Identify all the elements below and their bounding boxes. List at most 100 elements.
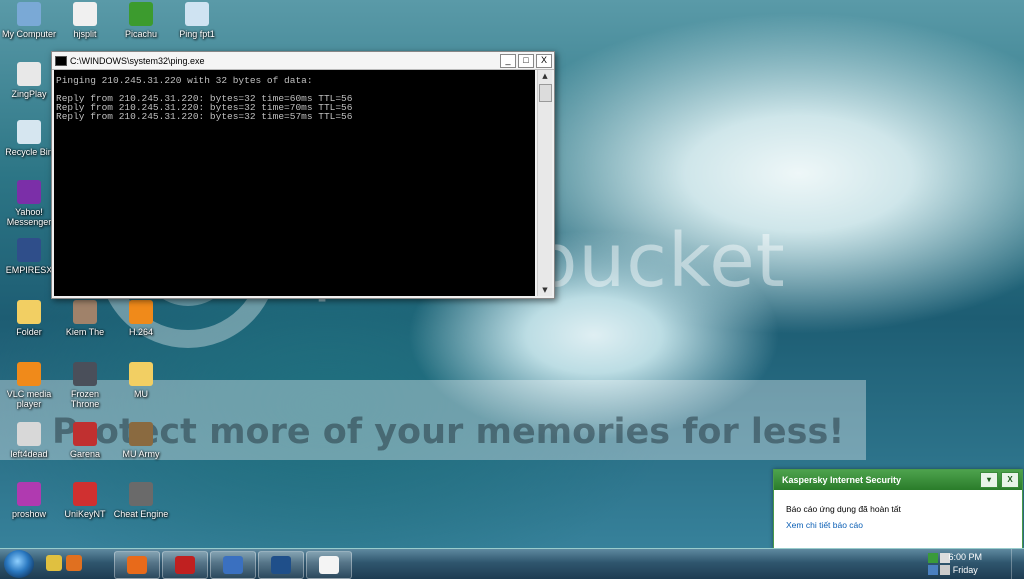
desktop-icon-yahoo-messenger[interactable]: Yahoo! Messenger (0, 180, 58, 227)
desktop-icon-label: Folder (16, 327, 42, 337)
desktop-icon-label: Garena (69, 449, 101, 459)
desktop-icon-label: MU (134, 389, 148, 399)
close-button[interactable]: X (536, 53, 552, 68)
spade-icon (17, 62, 41, 86)
desktop-icon-label: EMPIRESX (5, 265, 53, 275)
kaspersky-title: Kaspersky Internet Security (782, 475, 902, 485)
console-task[interactable] (210, 551, 256, 579)
checkmark-icon (73, 2, 97, 26)
system-tray: 6:00 PM Friday (926, 549, 1024, 579)
scroll-up-arrow-icon[interactable]: ▲ (538, 70, 552, 82)
clock-time: 6:00 PM (948, 552, 982, 562)
show-desktop-button[interactable] (1011, 549, 1024, 579)
desktop-icon-mu[interactable]: MU (112, 362, 170, 399)
maximize-button[interactable]: □ (518, 53, 534, 68)
computer-icon (17, 2, 41, 26)
red-app-icon (175, 556, 195, 574)
firefox-icon (127, 556, 147, 574)
desktop-icon-label: Ping fpt1 (179, 29, 215, 39)
kaspersky-menu-button[interactable]: ▾ (980, 472, 998, 488)
clock-day: Friday (952, 565, 978, 575)
blank-document-icon (319, 556, 339, 574)
scroll-thumb[interactable] (539, 84, 552, 102)
desktop-icon-left4dead[interactable]: left4dead (0, 422, 58, 459)
desktop-icon-label: proshow (11, 509, 47, 519)
game-icon (17, 238, 41, 262)
yahoo-smiley-icon (17, 180, 41, 204)
desktop-icon-unikeynt[interactable]: UniKeyNT (56, 482, 114, 519)
desktop-icon-empiresx[interactable]: EMPIRESX (0, 238, 58, 275)
chrome-icon[interactable] (46, 555, 62, 571)
keyboard-icon (73, 482, 97, 506)
clock[interactable]: 6:00 PM Friday (948, 551, 982, 577)
kaspersky-close-button[interactable]: X (1001, 472, 1019, 488)
game-icon (73, 362, 97, 386)
desktop-icon-hjsplit[interactable]: hjsplit (56, 2, 114, 39)
proshow-icon (17, 482, 41, 506)
photoshop-icon (271, 556, 291, 574)
desktop-icon-label: VLC media player (6, 389, 52, 409)
desktop-icon-ping-fpt1[interactable]: Ping fpt1 (168, 2, 226, 39)
desktop-icon-folder[interactable]: Folder (0, 300, 58, 337)
desktop-icon-zingplay[interactable]: ZingPlay (0, 62, 58, 99)
desktop-icon-mu-army[interactable]: MU Army (112, 422, 170, 459)
folder-icon (17, 300, 41, 324)
console-title: C:\WINDOWS\system32\ping.exe (70, 55, 205, 66)
desktop-icon-label: Picachu (124, 29, 158, 39)
desktop-icon-cheat-engine[interactable]: Cheat Engine (112, 482, 170, 519)
promo-text: Protect more of your memories for less! (52, 412, 845, 452)
firefox-icon[interactable] (66, 555, 82, 571)
desktop-icon-label: hjsplit (73, 29, 97, 39)
kaspersky-header: Kaspersky Internet Security ▾ X (774, 470, 1022, 490)
minimize-button[interactable]: _ (500, 53, 516, 68)
recycle-bin-icon (17, 120, 41, 144)
console-app-icon (55, 55, 67, 66)
game-icon (129, 2, 153, 26)
kaspersky-tray-icon[interactable] (928, 553, 938, 563)
kaspersky-details-link[interactable]: Xem chi tiết báo cáo (774, 514, 1022, 530)
game-icon (129, 422, 153, 446)
desktop-icon-proshow[interactable]: proshow (0, 482, 58, 519)
desktop-icon-picachu[interactable]: Picachu (112, 2, 170, 39)
folder-icon (129, 362, 153, 386)
shortcut-icon (185, 2, 209, 26)
game-icon (17, 422, 41, 446)
start-button[interactable] (4, 550, 34, 578)
desktop-icon-frozen-throne[interactable]: Frozen Throne (56, 362, 114, 409)
vlc-cone-icon (17, 362, 41, 386)
desktop-icon-label: My Computer (1, 29, 56, 39)
desktop-icon-label: H.264 (128, 327, 154, 337)
desktop-icon-vlc[interactable]: VLC media player (0, 362, 58, 409)
kaspersky-message: Báo cáo ứng dụng đã hoàn tất (786, 504, 901, 514)
taskbar: 6:00 PM Friday (0, 548, 1024, 579)
desktop-icon-label: left4dead (10, 449, 48, 459)
photoshop-task[interactable] (258, 551, 304, 579)
desktop-icon-label: UniKeyNT (64, 509, 106, 519)
red-app-task[interactable] (162, 551, 208, 579)
desktop-icon-kiem-the[interactable]: Kiem The (56, 300, 114, 337)
desktop-icon-my-computer[interactable]: My Computer (0, 2, 58, 39)
console-output[interactable]: Pinging 210.245.31.220 with 32 bytes of … (54, 70, 535, 296)
desktop-icon-garena[interactable]: Garena (56, 422, 114, 459)
firefox-task[interactable] (114, 551, 160, 579)
desktop-icon-recycle-bin[interactable]: Recycle Bin (0, 120, 58, 157)
console-window[interactable]: C:\WINDOWS\system32\ping.exe _ □ X Pingi… (51, 51, 555, 299)
desktop-icon-label: Frozen Throne (70, 389, 100, 409)
gear-icon (129, 482, 153, 506)
desktop-icon-label: ZingPlay (11, 89, 47, 99)
desktop-icon-label: Recycle Bin (5, 147, 53, 157)
desktop-icon-h264[interactable]: H.264 (112, 300, 170, 337)
game-icon (73, 422, 97, 446)
console-titlebar[interactable]: C:\WINDOWS\system32\ping.exe _ □ X (52, 52, 554, 70)
console-icon (223, 556, 243, 574)
scroll-down-arrow-icon[interactable]: ▼ (538, 284, 552, 296)
kaspersky-notification: Kaspersky Internet Security ▾ X Báo cáo … (773, 469, 1023, 549)
desktop-icon-label: MU Army (122, 449, 160, 459)
blank-document-task[interactable] (306, 551, 352, 579)
console-scrollbar[interactable]: ▲ ▼ (537, 70, 552, 296)
flag-tray-icon[interactable] (928, 565, 938, 575)
desktop-icon-label: Kiem The (65, 327, 105, 337)
vlc-cone-icon (129, 300, 153, 324)
desktop-icon-label: Cheat Engine (113, 509, 169, 519)
game-icon (73, 300, 97, 324)
